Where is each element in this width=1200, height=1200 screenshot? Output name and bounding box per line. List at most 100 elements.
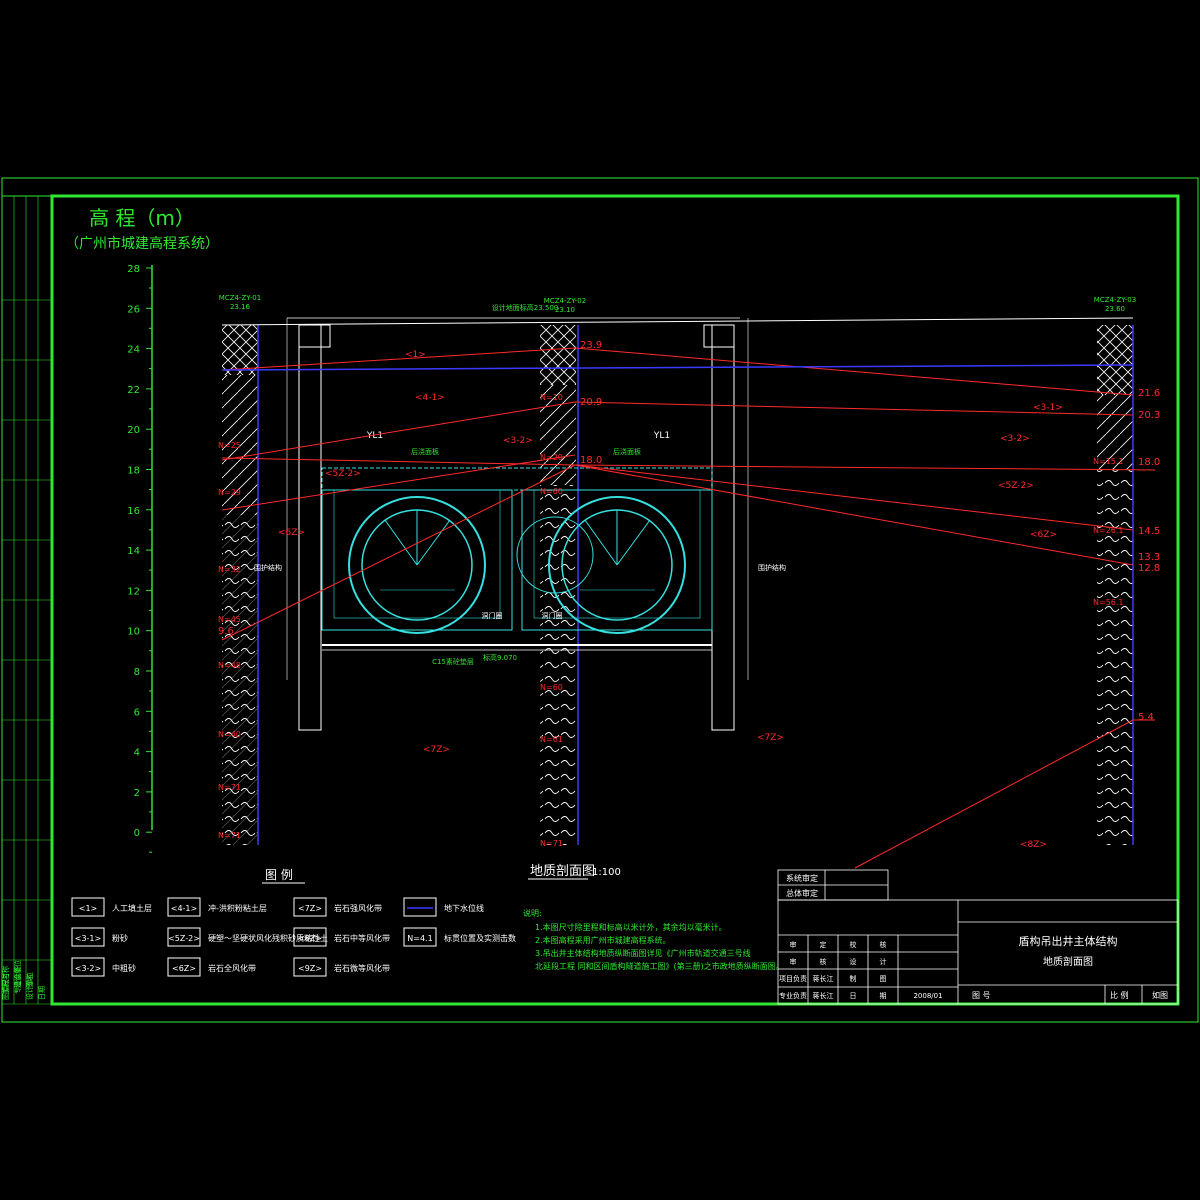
elevation-title: 高 程（m） <box>89 206 195 230</box>
legend-code: <5Z-2> <box>168 934 200 943</box>
drawing-no-label: 图 号 <box>972 991 991 1000</box>
depth-18-0: 18.0 <box>580 455 602 466</box>
n-value-l8: N=71 <box>218 831 241 840</box>
legend-text: 标贯位置及实测击数 <box>444 933 516 943</box>
borehole-1-id: MCZ4-ZY-01 <box>219 294 261 302</box>
n-value-m6: N=71 <box>540 839 563 848</box>
scale-value: 如图 <box>1152 990 1168 1000</box>
sign-cell: 制 <box>850 974 857 983</box>
houjiao-label-a: 后浇面板 <box>411 447 439 456</box>
n-value-l6: N=40 <box>218 730 241 739</box>
n-value-r1: N=15.1 <box>1093 457 1124 466</box>
yl1-label-b: YL1 <box>653 431 670 441</box>
n-value-r2: N=26.1 <box>1093 526 1124 535</box>
sign-cell: 日 <box>850 992 857 1000</box>
drawing-name-line-1: 盾构吊出井主体结构 <box>1019 934 1118 948</box>
legend-text: 粉砂 <box>112 933 128 943</box>
n-value-l1: N=32 <box>218 565 241 574</box>
sign-cell: 项目负责 <box>779 974 807 983</box>
layer-code-8z: <8Z> <box>1020 840 1047 850</box>
legend-code: <6Z> <box>172 964 196 973</box>
layer-code-4-1: <4-1> <box>415 393 445 403</box>
layer-code-3-2a: <3-2> <box>503 436 533 446</box>
strip-label: 日期 <box>38 986 46 1000</box>
axis-tick-label: 26 <box>127 304 140 315</box>
dongmen-label-b: 洞门圈 <box>542 611 563 620</box>
axis-tick-label: 2 <box>134 788 140 799</box>
legend-title: 图 例 <box>265 868 293 882</box>
drawing-canvas: 图幅尺寸 专业会签 签名日期工程名称 建设单位 设计单位 高 程（m） （广州市城建高程… <box>1 177 1199 1023</box>
legend-code: <8Z> <box>298 934 322 943</box>
sign-cell: 蒋长江 <box>813 974 834 983</box>
geology-lines <box>221 347 1156 869</box>
depth-13-3: 13.3 <box>1138 552 1160 563</box>
axis-tick-label: 6 <box>134 707 140 718</box>
n-value-m3: N=60 <box>540 487 563 496</box>
legend-text: 中粗砂 <box>112 963 136 973</box>
axis-tick-label: 20 <box>127 425 140 436</box>
sign-cell: 蒋长江 <box>813 991 834 1000</box>
legend: 图 例 <1> 人工填土层 <4-1> 冲-洪积粉粘土层 <7Z> 岩石强风化带 地下水位线… <box>71 868 516 977</box>
depth-20-3: 20.3 <box>1138 410 1160 421</box>
date-value: 2008/01 <box>913 992 942 1000</box>
layer-code-5z2a: <5Z-2> <box>325 469 361 479</box>
borehole-labels: MCZ4-ZY-01 23.16 MCZ4-ZY-02 23.10 MCZ4-Z… <box>219 294 1136 314</box>
depth-18-0-right: 18.0 <box>1138 457 1160 468</box>
system-review-label: 系统审定 <box>786 873 818 883</box>
axis-tick-label: 10 <box>127 627 140 638</box>
strip-label: 设计单位 <box>25 972 34 1000</box>
n-value-l7: N=71 <box>218 783 241 792</box>
legend-text: 地下水位线 <box>444 903 484 913</box>
cushion-label: C15素砼垫层 <box>432 657 474 666</box>
n-value-r3: N=56.1 <box>1093 598 1124 607</box>
depth-23-9: 23.9 <box>580 340 602 351</box>
borehole-1-elev: 23.16 <box>230 303 251 311</box>
layer-code-6za: <6Z> <box>278 528 305 538</box>
sign-cell: 专业负责 <box>779 991 807 1000</box>
legend-code: <9Z> <box>298 964 322 973</box>
dongmen-label-a: 洞门圈 <box>482 611 503 620</box>
legend-text: 岩石全风化带 <box>208 963 256 973</box>
ground-elevation-label: 设计地面标高23.500 <box>492 303 559 312</box>
depth-14-5: 14.5 <box>1138 526 1160 537</box>
legend-code: <1> <box>79 904 98 913</box>
houjiao-label-b: 后浇面板 <box>613 447 641 456</box>
borehole-3-id: MCZ4-ZY-03 <box>1094 296 1136 304</box>
sign-cell: 审 <box>790 957 797 966</box>
layer-code-1: <1> <box>405 350 426 360</box>
layer-code-3-2b: <3-2> <box>1000 434 1030 444</box>
inner-frame <box>50 194 1180 1006</box>
note-line-4: 北延段工程 同和区间盾构隧道施工图》(第三册)之市政地质纵断面图。 <box>535 961 784 971</box>
sign-cell: 核 <box>820 957 827 966</box>
notes-title: 说明: <box>523 908 542 918</box>
legend-code: <4-1> <box>171 904 197 913</box>
layer-codes: <1> <4-1> <3-2> <3-2> <3-1> <5Z-2> <5Z-2… <box>278 350 1063 850</box>
borehole-3-elev: 23.60 <box>1105 305 1125 313</box>
axis-tick-label: 0 <box>134 828 140 839</box>
axis-tick-label: 24 <box>127 345 140 356</box>
section-title: 地质剖面图 <box>530 864 595 879</box>
sign-cell: 期 <box>880 992 887 1000</box>
depth-9-6: 9.6 <box>218 626 234 637</box>
depth-values: 23.9 20.9 18.0 21.6 20.3 18.0 14.5 13.3 … <box>218 340 1160 723</box>
layer-code-6zb: <6Z> <box>1030 530 1057 540</box>
n-values: N=32 N=45 N=25 N=48 N=29 N=40 N=71 N=71 … <box>218 393 1124 848</box>
scale-label: 比 例 <box>1110 990 1129 1000</box>
legend-text: 岩石微等风化带 <box>334 963 390 973</box>
left-strip: 图幅尺寸 专业会签 签名日期工程名称 建设单位 设计单位 <box>1 195 52 1005</box>
legend-code: N=4.1 <box>407 934 432 943</box>
axis-tick-label: 18 <box>127 466 140 477</box>
legend-text: 岩石中等风化带 <box>334 933 390 943</box>
layer-code-7za: <7Z> <box>423 745 450 755</box>
sign-cell: 审 <box>790 940 797 949</box>
strip-label: 建设单位 <box>13 960 22 988</box>
n-value-l3: N=25 <box>218 441 241 450</box>
layer-code-5z2b: <5Z-2> <box>998 481 1034 491</box>
weihu-label-a: 围护结构 <box>254 563 282 572</box>
strip-label: 工程名称 <box>1 966 10 994</box>
n-value-l2: N=45 <box>218 615 241 624</box>
sign-cell: 图 <box>880 975 887 983</box>
layer-code-7zb: <7Z> <box>757 733 784 743</box>
sign-cell: 定 <box>820 940 827 949</box>
notes: 说明: 1.本图尺寸除里程和标高以米计外，其余均以毫米计。 2.本图高程采用广州… <box>523 908 784 971</box>
